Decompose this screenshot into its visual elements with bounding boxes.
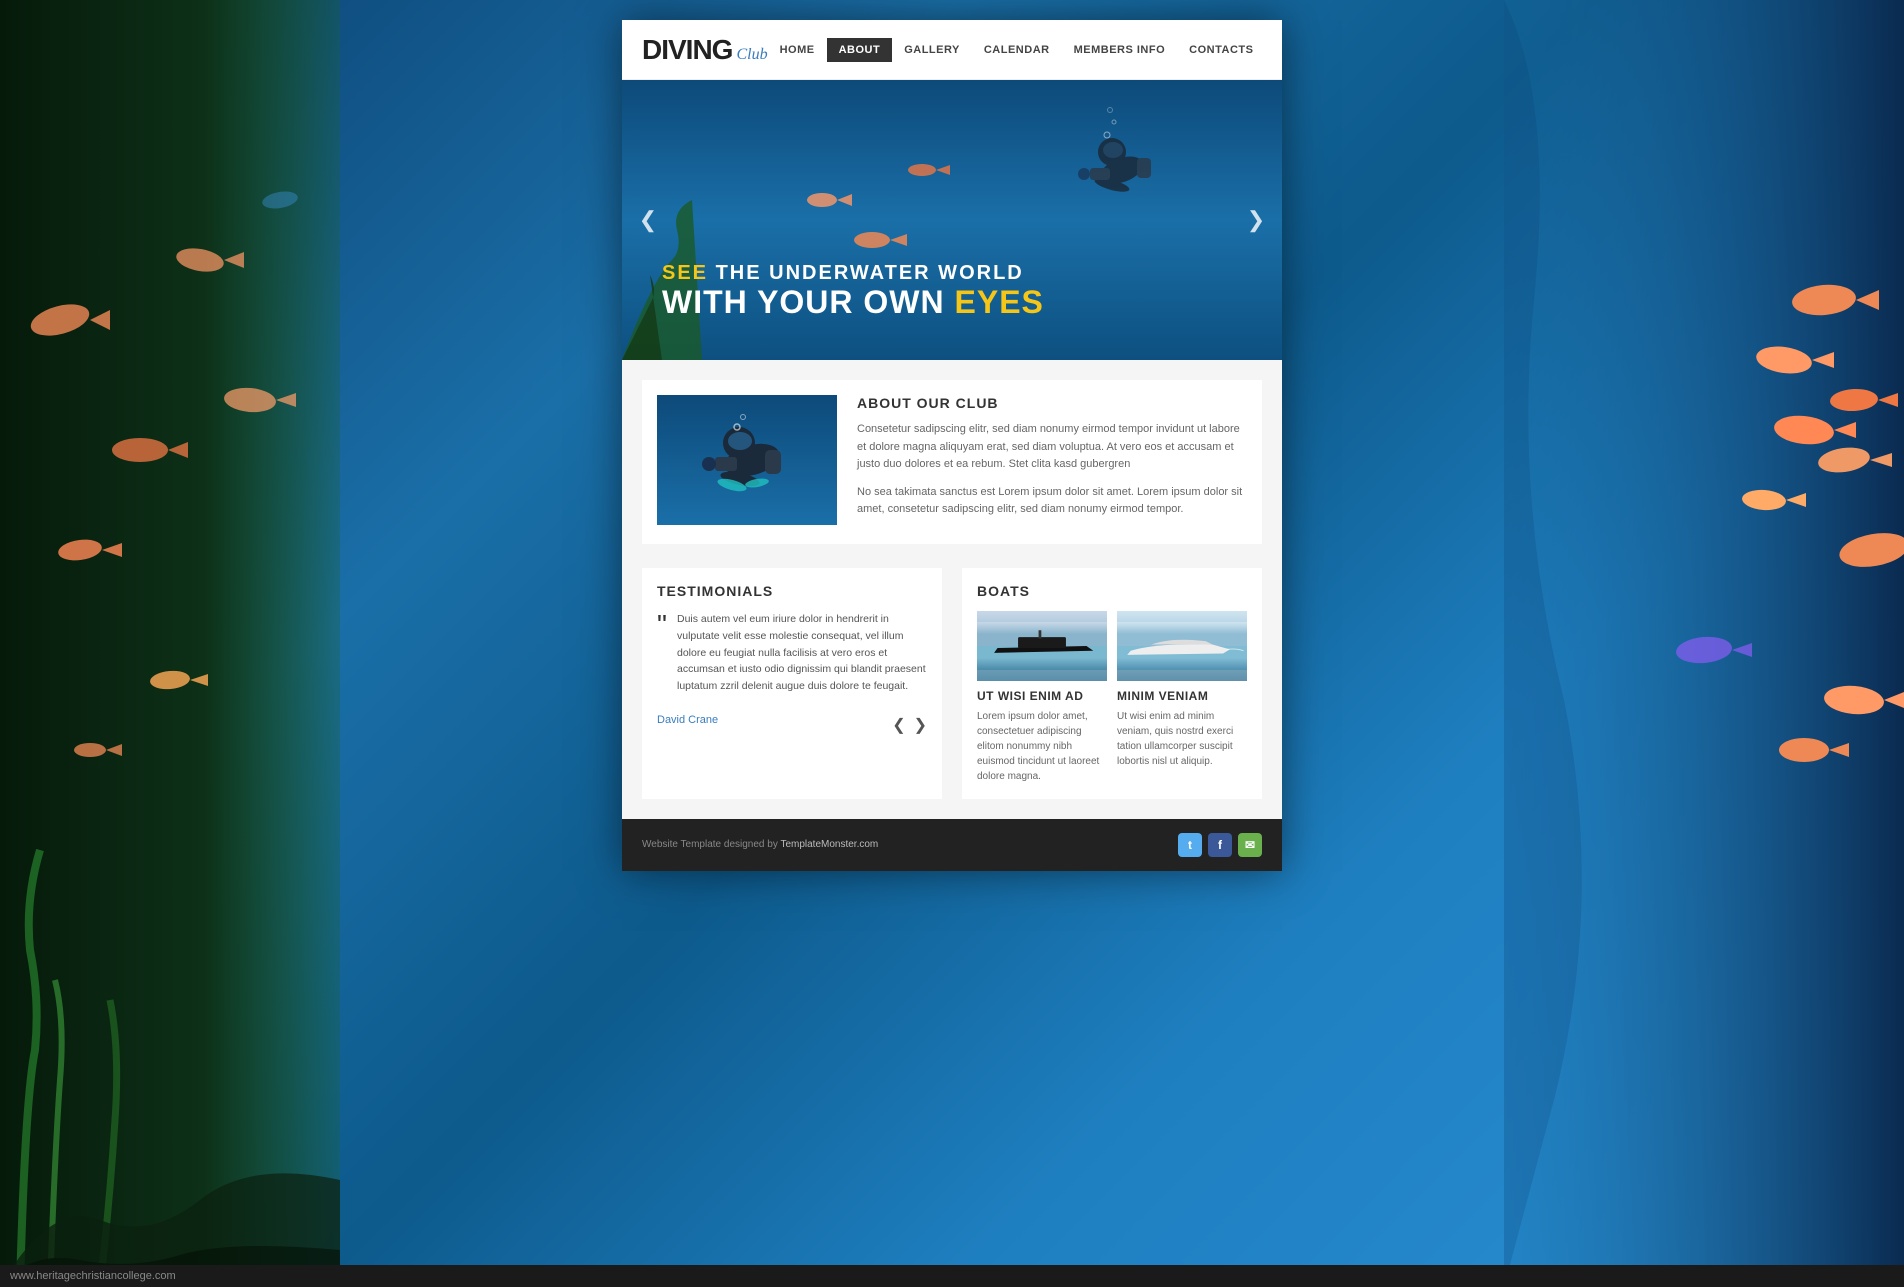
boat1-desc: Lorem ipsum dolor amet, consectetuer adi… <box>977 709 1107 784</box>
about-para1: Consetetur sadipscing elitr, sed diam no… <box>857 421 1247 474</box>
fish-decoration-right <box>1504 0 1904 1287</box>
content-area: ABOUT OUR CLUB Consetetur sadipscing eli… <box>622 360 1282 819</box>
quote-prev[interactable]: ❮ <box>892 715 905 735</box>
hero-line2-prefix: WITH YOUR OWN <box>662 284 955 320</box>
coral-decoration <box>0 0 340 1287</box>
coral-svg <box>0 0 340 1287</box>
quote-text: Duis autem vel eum iriure dolor in hendr… <box>677 611 927 695</box>
social-email[interactable]: ✉ <box>1238 833 1262 857</box>
boat-item-2: MINIM VENIAM Ut wisi enim ad minim venia… <box>1117 611 1247 784</box>
quote-nav: ❮ ❯ <box>892 715 927 735</box>
site-footer: Website Template designed by TemplateMon… <box>622 819 1282 871</box>
about-para2: No sea takimata sanctus est Lorem ipsum … <box>857 484 1247 519</box>
hero-line1-suffix: THE UNDERWATER WORLD <box>708 262 1024 284</box>
boats-grid: UT WISI ENIM AD Lorem ipsum dolor amet, … <box>977 611 1247 784</box>
about-title: ABOUT OUR CLUB <box>857 395 1247 411</box>
browser-bar: www.heritagechristiancollege.com <box>0 1265 1904 1287</box>
about-diver-svg <box>657 395 837 525</box>
logo-main: DIVING <box>642 34 732 66</box>
footer-text: Website Template designed by TemplateMon… <box>642 839 878 850</box>
site-logo: DIVING Club <box>642 34 768 66</box>
slider-prev[interactable]: ❮ <box>632 204 664 236</box>
logo-sub: Club <box>736 46 767 64</box>
boat2-desc: Ut wisi enim ad minim veniam, quis nostr… <box>1117 709 1247 769</box>
social-twitter[interactable]: t <box>1178 833 1202 857</box>
hero-see: SEE <box>662 262 708 284</box>
about-image-inner <box>657 395 837 525</box>
nav-gallery[interactable]: GALLERY <box>892 38 972 62</box>
boat-item-1: UT WISI ENIM AD Lorem ipsum dolor amet, … <box>977 611 1107 784</box>
nav-calendar[interactable]: CALENDAR <box>972 38 1062 62</box>
site-nav: HOME ABOUT GALLERY CALENDAR MEMBERS INFO… <box>768 38 1266 62</box>
boat1-title: UT WISI ENIM AD <box>977 689 1107 703</box>
about-text: ABOUT OUR CLUB Consetetur sadipscing eli… <box>857 395 1247 529</box>
testimonials-col: TESTIMONIALS " Duis autem vel eum iriure… <box>642 568 942 799</box>
fish-right-svg <box>1504 0 1904 1287</box>
hero-eyes: EYES <box>955 284 1044 320</box>
social-facebook[interactable]: f <box>1208 833 1232 857</box>
browser-url: www.heritagechristiancollege.com <box>10 1270 176 1282</box>
testimonials-title: TESTIMONIALS <box>657 583 927 599</box>
website-container: DIVING Club HOME ABOUT GALLERY CALENDAR … <box>622 20 1282 871</box>
about-image <box>657 395 837 525</box>
boat2-svg <box>1117 611 1247 681</box>
slider-next[interactable]: ❯ <box>1240 204 1272 236</box>
nav-about[interactable]: ABOUT <box>827 38 893 62</box>
social-icons: t f ✉ <box>1178 833 1262 857</box>
hero-text: SEE THE UNDERWATER WORLD WITH YOUR OWN E… <box>662 262 1182 320</box>
boat1-svg <box>977 611 1107 681</box>
boat-image-2 <box>1117 611 1247 681</box>
nav-contacts[interactable]: CONTACTS <box>1177 38 1265 62</box>
hero-slider: SEE THE UNDERWATER WORLD WITH YOUR OWN E… <box>622 80 1282 360</box>
quote-block: " Duis autem vel eum iriure dolor in hen… <box>657 611 927 695</box>
boats-col: BOATS <box>962 568 1262 799</box>
boat-image-1 <box>977 611 1107 681</box>
boats-title: BOATS <box>977 583 1247 599</box>
boat2-title: MINIM VENIAM <box>1117 689 1247 703</box>
hero-line1: SEE THE UNDERWATER WORLD <box>662 262 1182 285</box>
quote-author[interactable]: David Crane <box>657 714 718 726</box>
bottom-columns: TESTIMONIALS " Duis autem vel eum iriure… <box>642 568 1262 799</box>
quote-next[interactable]: ❯ <box>914 715 927 735</box>
hero-line2: WITH YOUR OWN EYES <box>662 285 1182 320</box>
about-section: ABOUT OUR CLUB Consetetur sadipscing eli… <box>642 380 1262 544</box>
nav-home[interactable]: HOME <box>768 38 827 62</box>
nav-members[interactable]: MEMBERS INFO <box>1062 38 1178 62</box>
quote-mark: " <box>657 611 667 639</box>
site-header: DIVING Club HOME ABOUT GALLERY CALENDAR … <box>622 20 1282 80</box>
